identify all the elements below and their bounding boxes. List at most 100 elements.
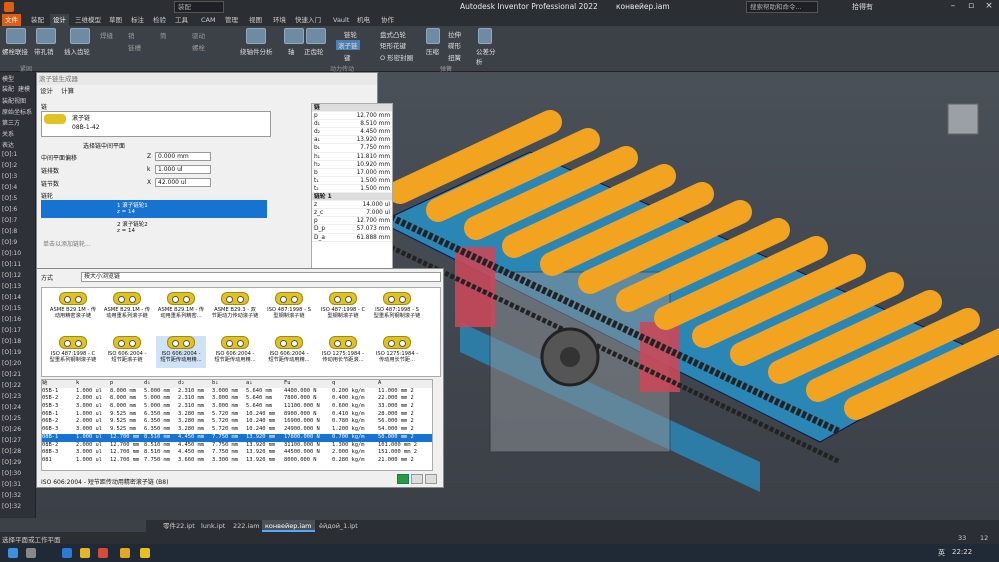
compression-button[interactable]: 压缩 [426, 46, 439, 56]
compression-spring-icon[interactable] [426, 28, 440, 44]
chain-type-item[interactable]: ASME B29.1M - 传动用重系列精密... [156, 292, 206, 324]
browser-row[interactable]: [O]:26 [2, 426, 21, 433]
tolerance-analysis-button[interactable]: 公差分析 [476, 46, 496, 66]
tab-cam[interactable]: CAM [198, 14, 219, 26]
browser-row[interactable]: [O]:14 [2, 294, 21, 301]
roller-chain-button[interactable]: 滚子链 [336, 40, 360, 50]
doctab-part22[interactable]: 零件22.ipt [160, 520, 198, 532]
tab-file[interactable]: 文件 [2, 14, 21, 26]
chain-type-item[interactable]: ASME B29.1M - 传动用重系列滚子链 [102, 292, 152, 324]
tab-tools[interactable]: 工具 [172, 14, 191, 26]
tab-environments[interactable]: 环境 [270, 14, 289, 26]
browser-row[interactable]: [O]:25 [2, 415, 21, 422]
shaft-analysis-button[interactable]: 绕轴件分析 [240, 46, 273, 56]
chain-type-item[interactable]: ISO 606:2004 - 短节距传动用精... [156, 336, 206, 368]
ok-check-icon[interactable] [397, 474, 409, 484]
cancel-icon[interactable] [411, 474, 423, 484]
browser-row[interactable]: [O]:4 [2, 184, 17, 191]
table-row[interactable]: 06B-1 1.000 ul 9.525 mm 6.350 mm 3.280 mm 5.7… [42, 411, 432, 419]
tab-sketch[interactable]: 草图 [106, 14, 125, 26]
expand-icon[interactable] [425, 474, 437, 484]
tab-design[interactable]: 设计 [50, 14, 69, 26]
tolerance-analysis-icon[interactable] [478, 28, 492, 44]
chain-type-item[interactable]: ISO 606:2004 - 短节距传动用精... [264, 336, 314, 368]
select-plane-label[interactable]: 选择链中间平面 [83, 141, 125, 150]
minimize-icon[interactable]: – [944, 0, 962, 14]
insert-frame-button[interactable]: 插入齿轮 [64, 46, 90, 56]
browser-row[interactable]: 关系 [2, 129, 14, 138]
doctab-conveyor[interactable]: конвейер.iam [262, 520, 315, 532]
browser-tab-modeling[interactable]: 建模 [18, 84, 30, 93]
tab-collaborate[interactable]: 协作 [378, 14, 397, 26]
table-row[interactable]: 08B-1 1.000 ul 12.700 mm 8.510 mm 4.450 mm 7.… [42, 433, 432, 442]
key-button[interactable]: 键 [344, 52, 351, 62]
doctab-lunk[interactable]: lunk.ipt [198, 520, 228, 532]
shaft-analysis-icon[interactable] [246, 28, 266, 44]
browser-row[interactable]: [O]:18 [2, 338, 21, 345]
search-input[interactable]: 搜索帮助和命令... [746, 1, 818, 13]
cylinder-button[interactable]: 筒 [160, 30, 167, 40]
browser-row[interactable]: [O]:1 [2, 151, 17, 158]
sprocket-row-2[interactable]: 2 滚子链轮2 z = 14 [41, 219, 267, 237]
browser-row[interactable]: [O]:7 [2, 217, 17, 224]
table-row[interactable]: 05B-3 3.000 ul 8.000 mm 5.000 mm 2.310 mm 3.0… [42, 403, 432, 411]
method-dropdown[interactable]: 按大小浏览链 [81, 272, 441, 282]
browser-row[interactable]: [O]:9 [2, 239, 17, 246]
drive-button[interactable]: 驱动 [192, 30, 205, 40]
clevis-pin-button[interactable]: 带孔销 [34, 46, 54, 56]
chain-type-item[interactable]: ISO 1275:1984 - 传动用长节距滚... [318, 336, 368, 368]
weld-button[interactable]: 焊缝 [100, 30, 113, 40]
o-ring-button[interactable]: O 形密封圈 [380, 52, 413, 62]
bolted-connection-button[interactable]: 螺栓联接 [2, 46, 28, 56]
insert-frame-icon[interactable] [70, 28, 90, 44]
links-input[interactable]: 42.000 ul [155, 178, 211, 187]
sprocket-button[interactable]: 链轮 [344, 29, 357, 39]
table-row[interactable]: 05B-1 1.000 ul 8.000 mm 5.000 mm 2.310 mm 3.0… [42, 388, 432, 396]
browser-tab-assembly[interactable]: 装配 [2, 84, 14, 93]
browser-row[interactable]: [O]:3 [2, 173, 17, 180]
doctab-part1[interactable]: ёйдой_1.ipt [316, 520, 361, 532]
browser-row[interactable]: [O]:5 [2, 195, 17, 202]
disc-cam-button[interactable]: 盘式凸轮 [380, 29, 406, 39]
shaft-icon[interactable] [284, 28, 304, 44]
bolted-connection-icon[interactable] [6, 28, 26, 44]
chain-type-item[interactable]: ISO 487:1998 - C 型重系列钢制滚子链 [48, 336, 98, 368]
browser-row[interactable]: [O]:15 [2, 305, 21, 312]
tab-annotate[interactable]: 标注 [128, 14, 147, 26]
browser-row[interactable]: [O]:13 [2, 283, 21, 290]
chain-type-item[interactable]: ISO 1275:1984 - 传动用长节距... [372, 336, 422, 368]
clevis-pin-icon[interactable] [36, 28, 56, 44]
browser-row[interactable]: [O]:19 [2, 349, 21, 356]
tab-3d-model[interactable]: 三维模型 [72, 14, 104, 26]
browser-row[interactable]: 装配视图 [2, 96, 26, 105]
tab-assemble[interactable]: 装配 [28, 14, 47, 26]
browser-row[interactable]: [O]:10 [2, 250, 21, 257]
table-row[interactable]: 06B-3 3.000 ul 9.525 mm 6.350 mm 3.280 mm 5.7… [42, 426, 432, 434]
browser-row[interactable]: [O]:22 [2, 382, 21, 389]
browser-row[interactable]: [O]:6 [2, 206, 17, 213]
browser-row[interactable]: [O]:29 [2, 459, 21, 466]
tab-design-dialog[interactable]: 设计 [37, 87, 56, 95]
tab-electromechanical[interactable]: 机电 [354, 14, 373, 26]
chain-type-item[interactable]: ISO 487:1998 - C 型钢制滚子链 [318, 292, 368, 324]
browser-row[interactable]: [O]:27 [2, 437, 21, 444]
browser-row[interactable]: [O]:2 [2, 162, 17, 169]
table-row[interactable]: 081 1.000 ul 12.700 mm 7.750 mm 3.660 mm 3.30… [42, 457, 432, 465]
table-row[interactable]: 06B-2 2.000 ul 9.525 mm 6.350 mm 3.280 mm 5.7… [42, 418, 432, 426]
browser-row[interactable]: [O]:11 [2, 261, 21, 268]
chain-type-item[interactable]: ISO 606:2004 - 短节距滚子链 [102, 336, 152, 368]
browser-row[interactable]: [O]:24 [2, 404, 21, 411]
app-icon[interactable] [98, 548, 108, 558]
browser-row[interactable]: [O]:8 [2, 228, 17, 235]
pin-button[interactable]: 销 [128, 30, 135, 40]
tab-get-started[interactable]: 快速入门 [292, 14, 324, 26]
key-groove-button[interactable]: 链槽 [128, 42, 141, 52]
tab-vault[interactable]: Vault [330, 14, 352, 26]
browser-row[interactable]: [O]:20 [2, 360, 21, 367]
browser-row[interactable]: 表达 [2, 140, 14, 149]
search-icon[interactable] [26, 548, 36, 558]
browser-row[interactable]: [O]:23 [2, 393, 21, 400]
table-row[interactable]: 05B-2 2.000 ul 8.000 mm 5.000 mm 2.310 mm 3.0… [42, 395, 432, 403]
chain-type-item[interactable]: ASME B29.3 - 双节距动力传动滚子链 [210, 292, 260, 324]
maximize-icon[interactable]: ▫ [962, 0, 980, 14]
